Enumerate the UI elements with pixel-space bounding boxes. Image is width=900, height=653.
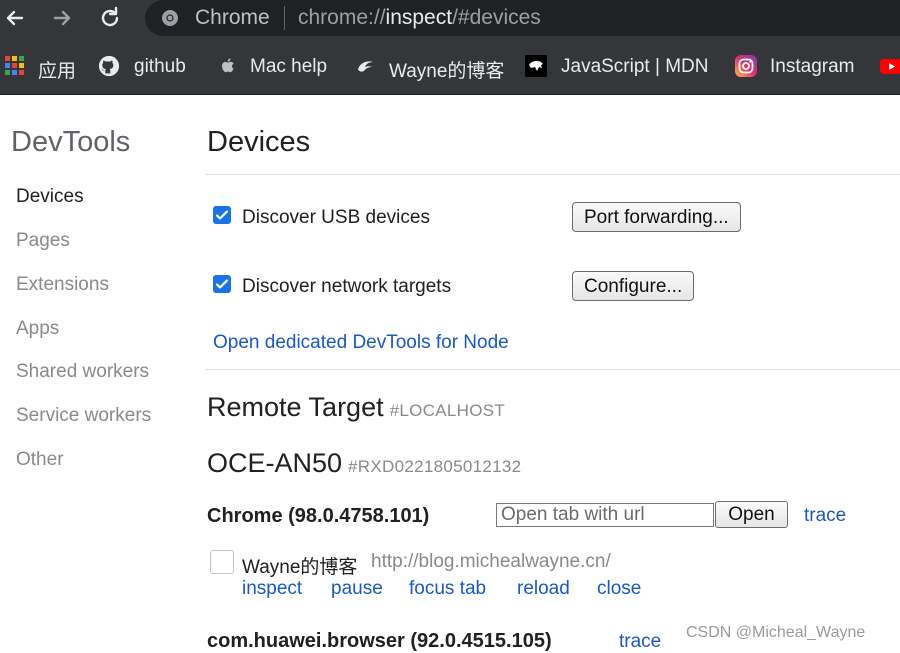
device-heading: OCE-AN50 #RXD0221805012132 <box>207 448 522 478</box>
title-divider <box>205 174 900 175</box>
chrome-logo-icon <box>162 10 178 26</box>
bookmark-label: Wayne的博客 <box>389 61 505 82</box>
sidebar-item-shared-workers[interactable]: Shared workers <box>16 361 149 383</box>
sidebar-item-other[interactable]: Other <box>16 449 64 471</box>
bookmark-label: JavaScript | MDN <box>561 56 709 77</box>
instagram-icon <box>735 55 757 77</box>
reload-icon[interactable] <box>95 3 125 33</box>
bookmark-label: Mac help <box>250 56 328 77</box>
back-arrow-icon[interactable] <box>0 3 30 33</box>
configure-button[interactable]: Configure... <box>572 271 695 301</box>
discover-network-label: Discover network targets <box>242 276 452 297</box>
section-divider <box>205 369 900 370</box>
bookmark-label: github <box>134 56 186 77</box>
sidebar-item-service-workers[interactable]: Service workers <box>16 405 151 427</box>
sidebar-title: DevTools <box>11 126 131 158</box>
open-tab-button[interactable]: Open <box>715 501 788 528</box>
url-text: chrome://inspect/#devices <box>298 6 541 29</box>
bookmark-label: 应用 <box>38 61 77 82</box>
bookmark-youtube[interactable] <box>880 54 900 80</box>
page-select-checkbox[interactable] <box>210 550 234 574</box>
bookmark-label: Instagram <box>770 56 855 77</box>
browser-name-2: com.huawei.browser (92.0.4515.105) <box>207 630 552 652</box>
open-node-devtools-link[interactable]: Open dedicated DevTools for Node <box>213 332 509 354</box>
remote-target-host: #LOCALHOST <box>389 401 506 420</box>
open-tab-url-input[interactable]: Open tab with url <box>496 503 714 527</box>
blog-icon <box>358 61 373 72</box>
bookmarks-bar: 应用 github Mac help Wayne的博客 JavaScript |… <box>0 36 900 95</box>
close-link[interactable]: close <box>597 578 641 600</box>
discover-usb-checkbox[interactable] <box>213 206 231 224</box>
watermark: CSDN @Micheal_Wayne <box>686 624 866 641</box>
remote-target-heading: Remote Target #LOCALHOST <box>207 392 506 422</box>
github-icon <box>98 55 120 77</box>
youtube-icon <box>880 59 900 74</box>
site-name: Chrome <box>195 6 270 29</box>
pause-link[interactable]: pause <box>331 578 383 600</box>
trace-link[interactable]: trace <box>804 505 846 527</box>
address-separator <box>284 6 285 30</box>
apple-icon <box>222 58 234 73</box>
mdn-icon <box>525 55 547 77</box>
sidebar-item-devices[interactable]: Devices <box>16 186 84 208</box>
reload-link[interactable]: reload <box>517 578 570 600</box>
trace-link-2[interactable]: trace <box>619 631 661 653</box>
forward-arrow-icon[interactable] <box>47 3 77 33</box>
apps-grid-icon <box>5 56 24 75</box>
page-title: Devices <box>207 126 311 158</box>
sidebar-item-extensions[interactable]: Extensions <box>16 274 109 296</box>
focus-tab-link[interactable]: focus tab <box>409 578 486 600</box>
checkmark-icon <box>215 279 229 289</box>
browser-name: Chrome (98.0.4758.101) <box>207 505 430 527</box>
address-bar[interactable]: Chrome chrome://inspect/#devices <box>145 0 900 36</box>
browser-toolbar: Chrome chrome://inspect/#devices <box>0 0 900 36</box>
discover-usb-label: Discover USB devices <box>242 207 430 228</box>
checkmark-icon <box>215 210 229 220</box>
inspect-link[interactable]: inspect <box>242 578 302 600</box>
device-serial: #RXD0221805012132 <box>348 457 522 476</box>
page-title-text: Wayne的博客 <box>242 557 358 578</box>
port-forwarding-button[interactable]: Port forwarding... <box>572 202 741 232</box>
sidebar-item-apps[interactable]: Apps <box>16 318 59 340</box>
sidebar-item-pages[interactable]: Pages <box>16 230 70 252</box>
page-url: http://blog.michealwayne.cn/ <box>371 551 611 572</box>
discover-network-checkbox[interactable] <box>213 275 231 293</box>
